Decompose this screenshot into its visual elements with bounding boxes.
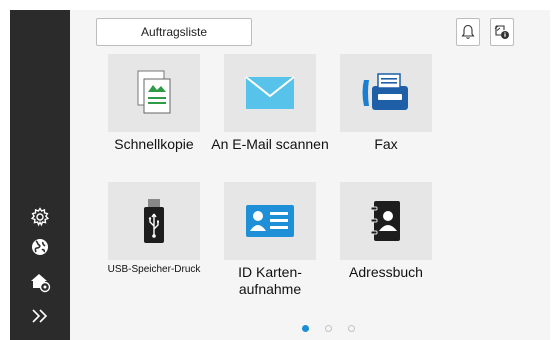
address-book-label: Adressbuch [349,264,423,280]
job-status-icon[interactable] [490,18,514,46]
double-chevron-right-icon[interactable] [28,304,52,328]
copy-document-icon [137,70,171,114]
usb-print-tile[interactable] [108,182,200,260]
usb-print-label: USB-Speicher-Druck [107,264,201,275]
main-area: Auftragsliste Schnellkopie An E-Mail sca… [70,10,550,340]
quick-copy-tile[interactable] [108,54,200,132]
sidebar [10,10,70,340]
id-card-capture-tile[interactable] [224,182,316,260]
page-indicator-3[interactable] [348,325,355,332]
id-card-capture-label: ID Karten-aufnahme [238,264,302,297]
id-card-icon [246,205,294,237]
job-list-label: Auftragsliste [140,25,208,39]
address-book-icon [370,201,400,241]
fax-label: Fax [374,136,398,152]
mail-envelope-icon [245,76,295,109]
fax-machine-icon [362,73,408,110]
scan-to-email-tile[interactable] [224,54,316,132]
scan-to-email-label: An E-Mail scannen [211,136,329,152]
address-book-tile[interactable] [340,182,432,260]
settings-gear-icon[interactable] [28,205,52,229]
globe-icon[interactable] [28,235,52,259]
page-indicator-1[interactable] [302,325,309,332]
home-settings-icon[interactable] [28,270,52,294]
quick-copy-label: Schnellkopie [114,136,194,152]
bell-icon[interactable] [456,18,480,46]
device-screen: Auftragsliste Schnellkopie An E-Mail sca… [10,10,550,340]
fax-tile[interactable] [340,54,432,132]
page-indicator-2[interactable] [325,325,332,332]
job-list-button[interactable]: Auftragsliste [96,18,252,46]
usb-drive-icon [144,199,164,243]
